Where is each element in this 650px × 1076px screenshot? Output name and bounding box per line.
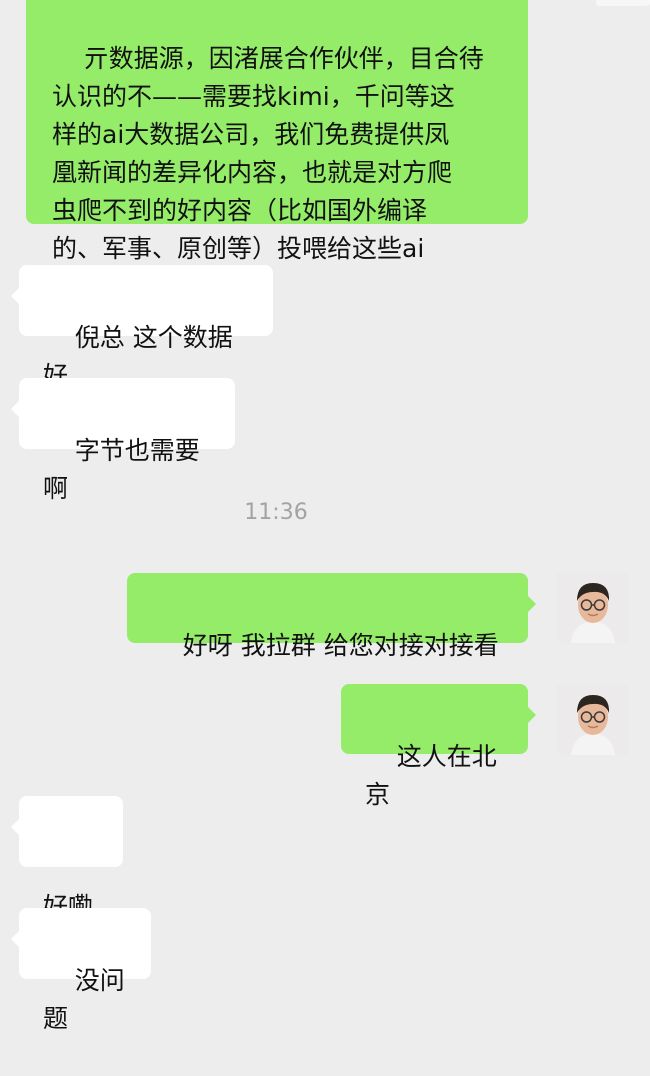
user-avatar-icon[interactable]	[557, 683, 629, 755]
sent-message-bubble[interactable]: 好呀 我拉群 给您对接对接看	[127, 573, 536, 660]
received-message-bubble[interactable]: 好嘞	[11, 796, 123, 921]
chat-area[interactable]: 亓数据源，因渚展合作伙伴，目合待 认识的不——需要找kimi，千问等这 样的ai…	[0, 0, 650, 1033]
message-text: 这人在北京	[365, 742, 497, 809]
received-message-bubble[interactable]: 字节也需要啊	[11, 378, 235, 503]
received-message-bubble[interactable]: 没问题	[11, 908, 151, 1033]
top-edge-tab	[596, 0, 650, 6]
message-text: 没问题	[43, 966, 125, 1033]
received-message-bubble[interactable]: 倪总 这个数据好	[11, 265, 273, 390]
message-text: 字节也需要啊	[43, 436, 200, 503]
user-avatar-icon[interactable]	[557, 571, 629, 643]
timestamp: 11:36	[244, 500, 308, 525]
sent-message-bubble[interactable]: 这人在北京	[341, 684, 536, 809]
message-text: 好呀 我拉群 给您对接对接看	[182, 631, 499, 660]
message-text: 亓数据源，因渚展合作伙伴，目合待 认识的不——需要找kimi，千问等这 样的ai…	[52, 44, 484, 263]
sent-message-bubble[interactable]: 亓数据源，因渚展合作伙伴，目合待 认识的不——需要找kimi，千问等这 样的ai…	[26, 0, 528, 263]
